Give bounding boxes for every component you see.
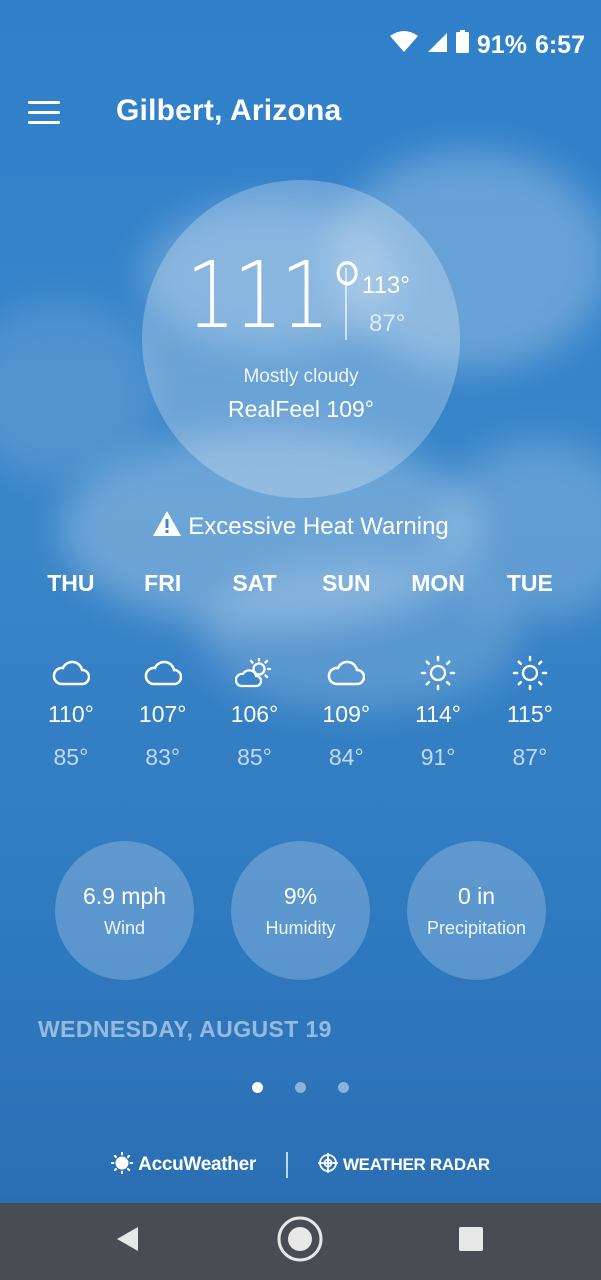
weather-radar-link[interactable]: WEATHER RADAR — [317, 1152, 490, 1178]
page-dot-2[interactable] — [295, 1082, 306, 1093]
today-high: 113° — [362, 272, 410, 299]
day-high: 115° — [506, 701, 553, 727]
forecast-day[interactable]: SUN 109° 84° — [300, 567, 392, 771]
signal-icon — [426, 31, 448, 60]
clock: 6:57 — [534, 30, 585, 59]
precipitation-label: Precipitation — [426, 918, 527, 938]
recents-button[interactable] — [431, 1203, 511, 1280]
system-nav-bar — [0, 1203, 601, 1280]
warning-icon — [152, 510, 182, 544]
recents-square-icon — [458, 1226, 484, 1257]
realfeel-text: RealFeel 109° — [227, 396, 374, 422]
warning-text: Excessive Heat Warning — [188, 513, 449, 540]
wind-stat[interactable]: 6.9 mph Wind — [55, 841, 194, 980]
condition-text: Mostly cloudy — [243, 366, 359, 387]
precipitation-value: 0 in — [457, 883, 496, 909]
footer-divider — [285, 1152, 288, 1178]
cloud-icon — [117, 653, 209, 693]
wifi-icon — [389, 30, 418, 60]
page-dot-3[interactable] — [338, 1082, 349, 1093]
cloud-icon — [25, 653, 117, 693]
forecast-day[interactable]: MON 114° 91° — [392, 567, 484, 771]
home-circle-icon — [276, 1215, 324, 1268]
day-low: 85° — [53, 744, 89, 770]
page-dot-1[interactable] — [252, 1082, 263, 1093]
day-low: 83° — [145, 744, 181, 770]
accuweather-label: AccuWeather — [138, 1154, 256, 1175]
cloud-icon — [300, 653, 392, 693]
day-low: 84° — [328, 744, 364, 770]
day-name: FRI — [144, 570, 182, 596]
today-low: 87° — [369, 310, 406, 337]
forecast-day[interactable]: FRI 107° 83° — [117, 567, 209, 771]
current-temperature: 111° — [186, 242, 367, 349]
day-low: 91° — [420, 744, 456, 770]
heat-warning-alert[interactable]: Excessive Heat Warning — [0, 510, 601, 544]
battery-percent: 91% — [476, 30, 527, 59]
day-name: SAT — [232, 570, 277, 596]
day-high: 106° — [230, 701, 279, 727]
humidity-stat[interactable]: 9% Humidity — [231, 841, 370, 980]
day-low: 85° — [237, 744, 272, 770]
precipitation-stat[interactable]: 0 in Precipitation — [407, 841, 546, 980]
back-button[interactable] — [88, 1203, 168, 1280]
page-indicator — [0, 1082, 601, 1093]
hamburger-menu-icon[interactable] — [28, 100, 62, 126]
day-high: 110° — [47, 701, 94, 727]
day-name: THU — [47, 570, 95, 596]
battery-icon — [455, 30, 469, 60]
status-bar: 91% 6:57 — [389, 28, 585, 62]
date-heading: WEDNESDAY, AUGUST 19 — [38, 1016, 332, 1042]
day-name: TUE — [506, 570, 553, 596]
footer: AccuWeather WEATHER RADAR — [0, 1150, 601, 1180]
day-high: 107° — [138, 701, 187, 727]
accuweather-link[interactable]: AccuWeather — [110, 1151, 256, 1179]
wind-value: 6.9 mph — [82, 883, 167, 909]
day-low: 87° — [512, 744, 548, 770]
radar-crosshair-icon — [317, 1152, 338, 1178]
day-name: MON — [411, 570, 465, 596]
location-title[interactable]: Gilbert, Arizona — [116, 94, 341, 128]
partly-sunny-icon — [209, 653, 301, 693]
wind-label: Wind — [103, 918, 145, 938]
accuweather-sun-icon — [110, 1151, 134, 1179]
sun-icon — [484, 653, 576, 693]
day-high: 114° — [415, 701, 462, 727]
sun-icon — [392, 653, 484, 693]
forecast-day[interactable]: TUE 115° 87° — [484, 567, 576, 771]
day-name: SUN — [322, 570, 371, 596]
humidity-label: Humidity — [265, 918, 336, 938]
daily-forecast: THU 110° 85° FRI 107° 83° SAT 106° 85° S… — [25, 567, 576, 771]
humidity-value: 9% — [283, 883, 318, 909]
day-high: 109° — [322, 701, 371, 727]
forecast-day[interactable]: SAT 106° 85° — [209, 567, 301, 771]
weather-radar-label: WEATHER RADAR — [342, 1155, 490, 1174]
home-button[interactable] — [260, 1203, 340, 1280]
back-triangle-icon — [116, 1226, 140, 1257]
temperature-divider — [345, 268, 347, 340]
forecast-day[interactable]: THU 110° 85° — [25, 567, 117, 771]
current-conditions[interactable]: 111° 113° 87° Mostly cloudy RealFeel 109… — [142, 180, 460, 498]
